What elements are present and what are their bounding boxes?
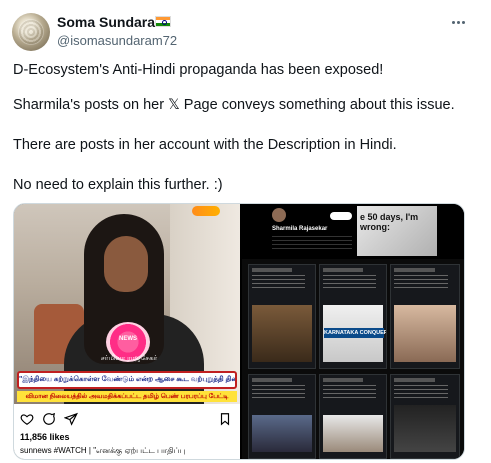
media-gallery: NEWS சர்மிளா ராஜசேகர் "இந்தியை கற்றுக்கொ… bbox=[13, 203, 465, 460]
author-name[interactable]: Soma Sundaram bbox=[57, 14, 167, 30]
instagram-action-bar: 11,856 likes sunnews #WATCH | "எனக்கு ஏற… bbox=[14, 404, 240, 459]
karnataka-headline: KARNATAKA CONQUERED bbox=[324, 328, 386, 338]
mic-label: NEWS bbox=[119, 336, 137, 342]
profile-name: Sharmila Rajasekar bbox=[272, 226, 328, 232]
post-card bbox=[390, 264, 460, 369]
tweet-text-line: D-Ecosystem's Anti-Hindi propaganda has … bbox=[13, 62, 384, 78]
post-card bbox=[248, 264, 316, 369]
share-icon[interactable] bbox=[64, 412, 78, 426]
tweet-text-line: There are posts in her account with the … bbox=[13, 137, 397, 153]
news-thumbnail: e 50 days, I'm wrong: bbox=[357, 206, 437, 256]
post-caption: sunnews #WATCH | "எனக்கு ஏற்பட்ட பாதிப்ப… bbox=[20, 446, 186, 455]
media-image-profile-screenshot[interactable]: Sharmila Rajasekar e 50 days, I'm wrong:… bbox=[242, 204, 464, 459]
comment-icon[interactable] bbox=[42, 412, 56, 426]
tweet-text-line: Sharmila's posts on her 𝕏 Page conveys s… bbox=[13, 97, 455, 113]
video-frame: NEWS சர்மிளா ராஜசேகர் "இந்தியை கற்றுக்கொ… bbox=[14, 204, 240, 404]
tweet[interactable]: Soma Sundaram @isomasundaram72 D-Ecosyst… bbox=[0, 0, 491, 463]
bookmark-icon[interactable] bbox=[218, 412, 232, 426]
likes-count: 11,856 likes bbox=[20, 432, 70, 442]
post-card bbox=[248, 374, 316, 459]
headline-banner: "இந்தியை கற்றுக்கொள்ள வேண்டும் என்ற ஆசை … bbox=[17, 371, 237, 389]
more-options-icon[interactable] bbox=[447, 12, 469, 32]
channel-logo bbox=[192, 206, 220, 216]
sub-banner: விமான நிலையத்தில் அவமதிக்கப்பட்ட தமிழ் ப… bbox=[17, 391, 237, 402]
media-image-video-still[interactable]: NEWS சர்மிளா ராஜசேகர் "இந்தியை கற்றுக்கொ… bbox=[14, 204, 240, 459]
profile-stats bbox=[272, 236, 352, 250]
avatar[interactable] bbox=[12, 13, 50, 51]
heart-icon[interactable] bbox=[20, 412, 34, 426]
post-card: KARNATAKA CONQUERED bbox=[319, 264, 387, 369]
follow-button bbox=[330, 212, 352, 220]
india-flag-icon bbox=[155, 16, 171, 27]
person-face bbox=[104, 236, 148, 292]
profile-avatar bbox=[272, 208, 286, 222]
post-card bbox=[390, 374, 460, 459]
profile-header: Sharmila Rajasekar e 50 days, I'm wrong: bbox=[242, 204, 464, 259]
name-tag: சர்மிளா ராஜசேகர் bbox=[100, 355, 158, 362]
tweet-text-line: No need to explain this further. :) bbox=[13, 177, 223, 193]
author-handle[interactable]: @isomasundaram72 bbox=[57, 33, 177, 48]
post-card bbox=[319, 374, 387, 459]
